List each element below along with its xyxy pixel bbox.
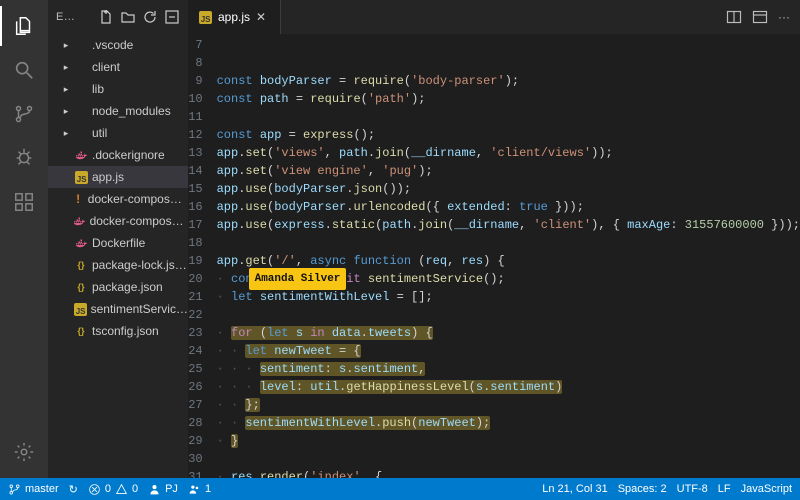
- refresh-icon[interactable]: [142, 9, 158, 25]
- people-icon: [188, 483, 201, 496]
- file-tree-item[interactable]: Dockerfile: [48, 232, 188, 254]
- search-icon: [13, 59, 35, 81]
- activity-scm[interactable]: [0, 94, 48, 134]
- gear-icon: [13, 441, 35, 463]
- file-name: package-lock.json: [92, 258, 188, 272]
- status-participants[interactable]: 1: [188, 483, 211, 496]
- file-name: app.js: [92, 170, 124, 184]
- file-tree-item[interactable]: lib: [48, 78, 188, 100]
- file-name: node_modules: [92, 104, 171, 118]
- person-icon: [148, 483, 161, 496]
- activity-bar: [0, 0, 48, 478]
- tab-bar: JS app.js ✕ ···: [188, 0, 800, 34]
- activity-search[interactable]: [0, 50, 48, 90]
- status-branch[interactable]: master: [8, 483, 59, 496]
- file-name: .dockerignore: [92, 148, 165, 162]
- activity-explorer[interactable]: [0, 6, 48, 46]
- status-live-share[interactable]: PJ: [148, 483, 178, 496]
- file-tree-item[interactable]: {}tsconfig.json: [48, 320, 188, 342]
- activity-extensions[interactable]: [0, 182, 48, 222]
- file-tree-item[interactable]: util: [48, 122, 188, 144]
- file-name: Dockerfile: [92, 236, 145, 250]
- warning-icon: [115, 483, 128, 496]
- status-spaces[interactable]: Spaces: 2: [618, 483, 667, 495]
- file-name: docker-compose.yml: [90, 214, 188, 228]
- file-tree-item[interactable]: client: [48, 56, 188, 78]
- file-tree-item[interactable]: node_modules: [48, 100, 188, 122]
- new-file-icon[interactable]: [98, 9, 114, 25]
- file-name: package.json: [92, 280, 163, 294]
- layout-icon[interactable]: [752, 9, 768, 25]
- activity-debug[interactable]: [0, 138, 48, 178]
- file-tree-item[interactable]: docker-compose.yml: [48, 210, 188, 232]
- status-sync[interactable]: ↻: [69, 483, 78, 496]
- activity-settings[interactable]: [0, 432, 48, 472]
- branch-icon: [13, 103, 35, 125]
- explorer-title: E…: [56, 11, 92, 23]
- tab-app-js[interactable]: JS app.js ✕: [188, 0, 281, 34]
- status-eol[interactable]: LF: [718, 483, 731, 495]
- extensions-icon: [13, 191, 35, 213]
- new-folder-icon[interactable]: [120, 9, 136, 25]
- file-name: tsconfig.json: [92, 324, 159, 338]
- error-icon: [88, 483, 101, 496]
- file-tree-item[interactable]: .vscode: [48, 34, 188, 56]
- bug-icon: [13, 147, 35, 169]
- branch-icon: [8, 483, 21, 496]
- editor-group: JS app.js ✕ ··· 789101112131415161718192…: [188, 0, 800, 478]
- file-name: util: [92, 126, 107, 140]
- file-name: client: [92, 60, 120, 74]
- file-tree-item[interactable]: JSapp.js: [48, 166, 188, 188]
- editor-actions: ···: [726, 0, 800, 34]
- file-name: sentimentService.js: [91, 302, 188, 316]
- explorer-sidebar: E… .vscode client lib node_modulesutil .dock…: [48, 0, 188, 478]
- code-editor[interactable]: 7891011121314151617181920212223242526272…: [188, 34, 800, 478]
- file-name: docker-compose.deb…: [88, 192, 188, 206]
- file-tree-item[interactable]: .dockerignore: [48, 144, 188, 166]
- file-tree-item[interactable]: JSsentimentService.js: [48, 298, 188, 320]
- code-content[interactable]: const bodyParser = require('body-parser'…: [217, 34, 800, 478]
- file-name: .vscode: [92, 38, 133, 52]
- file-name: lib: [92, 82, 104, 96]
- status-encoding[interactable]: UTF-8: [677, 483, 708, 495]
- tab-label: app.js: [218, 10, 250, 24]
- file-tree-item[interactable]: {}package-lock.json: [48, 254, 188, 276]
- live-share-tooltip: Amanda Silver: [249, 268, 347, 290]
- status-position[interactable]: Ln 21, Col 31: [542, 483, 607, 495]
- collapse-icon[interactable]: [164, 9, 180, 25]
- js-file-icon: JS: [199, 11, 212, 24]
- status-language[interactable]: JavaScript: [741, 483, 792, 495]
- close-icon[interactable]: ✕: [256, 10, 270, 24]
- status-problems[interactable]: 0 0: [88, 483, 138, 496]
- file-tree: .vscode client lib node_modulesutil .dockeri…: [48, 34, 188, 478]
- line-gutter: 7891011121314151617181920212223242526272…: [188, 34, 217, 478]
- files-icon: [13, 15, 35, 37]
- explorer-header: E…: [48, 0, 188, 34]
- split-editor-icon[interactable]: [726, 9, 742, 25]
- more-icon[interactable]: ···: [778, 10, 790, 24]
- file-tree-item[interactable]: {}package.json: [48, 276, 188, 298]
- status-bar: master ↻ 0 0 PJ 1 Ln 21, Col 31 Spaces: …: [0, 478, 800, 500]
- file-tree-item[interactable]: !docker-compose.deb…: [48, 188, 188, 210]
